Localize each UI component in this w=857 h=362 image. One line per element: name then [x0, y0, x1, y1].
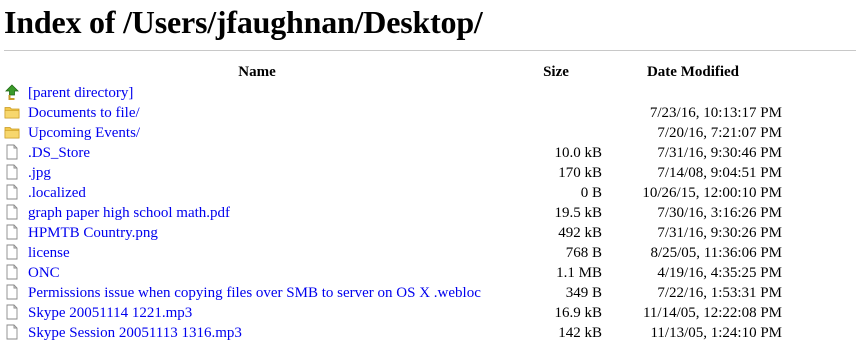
size-cell — [510, 103, 604, 123]
table-row: Permissions issue when copying files ove… — [4, 283, 782, 303]
file-link[interactable]: Permissions issue when copying files ove… — [28, 285, 481, 301]
table-row: .jpg 170 kB 7/14/08, 9:04:51 PM — [4, 163, 782, 183]
size-cell: 19.5 kB — [554, 204, 602, 221]
file-icon — [4, 324, 20, 340]
file-link[interactable]: .localized — [28, 185, 86, 201]
size-cell: 170 kB — [558, 164, 602, 181]
folder-icon — [4, 124, 20, 140]
up-arrow-icon — [4, 84, 20, 100]
file-listing-table: Name Size Date Modified [parent director… — [4, 61, 782, 343]
file-link[interactable]: .DS_Store — [28, 145, 90, 161]
date-modified-cell: 7/23/16, 10:13:17 PM — [649, 104, 782, 121]
file-link[interactable]: Upcoming Events/ — [28, 125, 140, 141]
file-link[interactable]: HPMTB Country.png — [28, 225, 158, 241]
table-row: graph paper high school math.pdf 19.5 kB 7… — [4, 203, 782, 223]
name-cell: .jpg — [4, 163, 510, 183]
size-cell: 0 B — [580, 184, 602, 201]
table-header-row: Name Size Date Modified — [4, 61, 782, 83]
file-link[interactable]: Documents to file/ — [28, 105, 140, 121]
file-icon — [4, 164, 20, 180]
date-modified-cell: 10/26/15, 12:00:10 PM — [642, 184, 782, 201]
name-cell: Documents to file/ — [4, 103, 510, 123]
parent-directory-link[interactable]: [parent directory] — [28, 85, 133, 101]
size-cell: 349 B — [565, 284, 602, 301]
table-row: Skype 20051114 1221.mp3 16.9 kB 11/14/05, … — [4, 303, 782, 323]
file-icon — [4, 244, 20, 260]
file-icon — [4, 224, 20, 240]
date-modified-cell: 7/20/16, 7:21:07 PM — [657, 124, 782, 141]
column-header-size[interactable]: Size — [510, 61, 604, 83]
name-cell: HPMTB Country.png — [4, 223, 510, 243]
size-cell: 10.0 kB — [554, 144, 602, 161]
file-icon — [4, 304, 20, 320]
size-cell: 142 kB — [558, 324, 602, 341]
file-link[interactable]: license — [28, 245, 70, 261]
size-cell: 1.1 MB — [556, 264, 602, 281]
date-modified-cell: 11/14/05, 12:22:08 PM — [642, 304, 782, 321]
size-cell: 768 B — [565, 244, 602, 261]
file-icon — [4, 204, 20, 220]
page-title: Index of /Users/jfaughnan/Desktop/ — [4, 4, 483, 40]
file-icon — [4, 184, 20, 200]
folder-icon — [4, 104, 20, 120]
date-modified-cell: 11/13/05, 1:24:10 PM — [650, 324, 782, 341]
file-link[interactable]: ONC — [28, 265, 60, 281]
date-modified-cell: 7/31/16, 9:30:46 PM — [657, 144, 782, 161]
table-row: .localized 0 B 10/26/15, 12:00:10 PM — [4, 183, 782, 203]
file-link[interactable]: Skype Session 20051113 1316.mp3 — [28, 325, 242, 341]
table-row: HPMTB Country.png 492 kB 7/31/16, 9:30:26 … — [4, 223, 782, 243]
table-row: Documents to file/7/23/16, 10:13:17 PM — [4, 103, 782, 123]
table-row: .DS_Store 10.0 kB 7/31/16, 9:30:46 PM — [4, 143, 782, 163]
name-cell: Skype Session 20051113 1316.mp3 — [4, 323, 510, 343]
table-row: license 768 B 8/25/05, 11:36:06 PM — [4, 243, 782, 263]
file-icon — [4, 144, 20, 160]
date-modified-cell: 7/22/16, 1:53:31 PM — [657, 284, 782, 301]
size-cell: 492 kB — [558, 224, 602, 241]
name-cell: .DS_Store — [4, 143, 510, 163]
size-cell — [510, 83, 604, 103]
table-row: Upcoming Events/7/20/16, 7:21:07 PM — [4, 123, 782, 143]
file-link[interactable]: .jpg — [28, 165, 51, 181]
date-modified-cell: 7/14/08, 9:04:51 PM — [657, 164, 782, 181]
date-modified-cell — [604, 83, 782, 103]
date-modified-cell: 4/19/16, 4:35:25 PM — [657, 264, 782, 281]
divider — [4, 50, 856, 51]
date-modified-cell: 7/30/16, 3:16:26 PM — [657, 204, 782, 221]
table-row: Skype Session 20051113 1316.mp3 142 kB 11/… — [4, 323, 782, 343]
size-cell — [510, 123, 604, 143]
column-header-date-modified[interactable]: Date Modified — [604, 61, 782, 83]
name-cell: [parent directory] — [4, 83, 510, 103]
file-link[interactable]: graph paper high school math.pdf — [28, 205, 230, 221]
file-icon — [4, 284, 20, 300]
name-cell: Permissions issue when copying files ove… — [4, 283, 510, 303]
size-cell: 16.9 kB — [554, 304, 602, 321]
table-row: ONC 1.1 MB 4/19/16, 4:35:25 PM — [4, 263, 782, 283]
name-cell: license — [4, 243, 510, 263]
date-modified-cell: 7/31/16, 9:30:26 PM — [657, 224, 782, 241]
name-cell: Upcoming Events/ — [4, 123, 510, 143]
name-cell: .localized — [4, 183, 510, 203]
file-link[interactable]: Skype 20051114 1221.mp3 — [28, 305, 192, 321]
name-cell: graph paper high school math.pdf — [4, 203, 510, 223]
table-row: [parent directory] — [4, 83, 782, 103]
name-cell: Skype 20051114 1221.mp3 — [4, 303, 510, 323]
date-modified-cell: 8/25/05, 11:36:06 PM — [650, 244, 782, 261]
file-icon — [4, 264, 20, 280]
column-header-name[interactable]: Name — [4, 61, 510, 83]
name-cell: ONC — [4, 263, 510, 283]
